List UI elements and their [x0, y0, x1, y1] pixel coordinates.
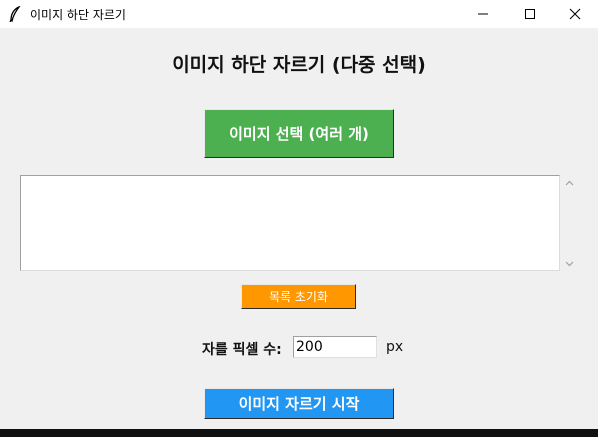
crop-pixels-label: 자를 픽셀 수: — [202, 342, 282, 358]
close-icon — [569, 8, 581, 20]
crop-unit-label: px — [386, 339, 404, 355]
taskbar-edge — [0, 429, 598, 437]
scroll-down-icon[interactable] — [565, 259, 574, 268]
maximize-icon — [525, 9, 535, 19]
page-heading: 이미지 하단 자르기 (다중 선택) — [172, 54, 426, 76]
file-listbox[interactable] — [20, 175, 560, 271]
scroll-up-icon[interactable] — [565, 179, 574, 188]
minimize-icon — [478, 13, 488, 15]
maximize-button[interactable] — [507, 0, 553, 28]
minimize-button[interactable] — [460, 0, 506, 28]
crop-pixels-input[interactable] — [293, 336, 377, 358]
select-images-label: 이미지 선택 (여러 개) — [229, 125, 369, 143]
feather-icon — [9, 6, 21, 22]
window-title: 이미지 하단 자르기 — [30, 8, 126, 22]
clear-list-button[interactable]: 목록 초기화 — [241, 284, 356, 309]
select-images-button[interactable]: 이미지 선택 (여러 개) — [204, 109, 394, 158]
title-bar: 이미지 하단 자르기 — [0, 0, 598, 28]
close-button[interactable] — [552, 0, 598, 28]
start-crop-button[interactable]: 이미지 자르기 시작 — [204, 388, 394, 419]
clear-list-label: 목록 초기화 — [268, 290, 328, 304]
start-crop-label: 이미지 자르기 시작 — [238, 395, 360, 413]
listbox-scrollbar[interactable] — [561, 175, 578, 271]
